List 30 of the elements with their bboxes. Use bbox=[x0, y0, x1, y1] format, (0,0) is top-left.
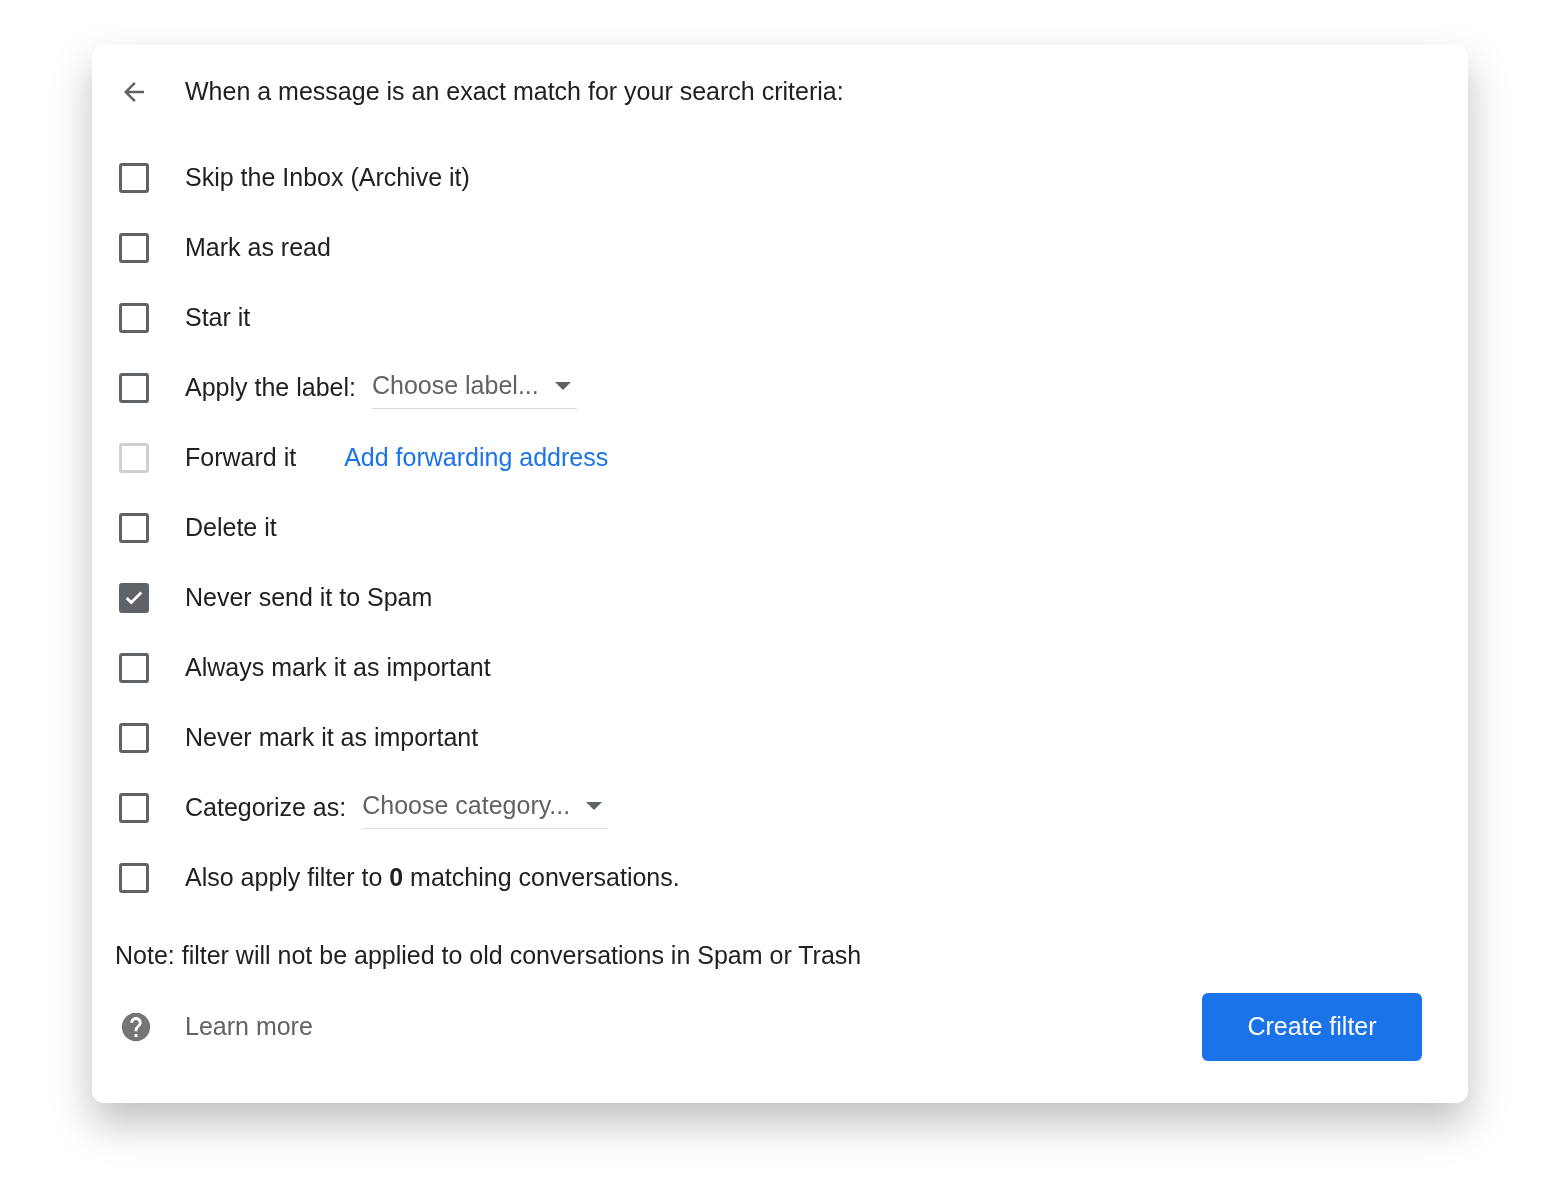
option-label: Also apply filter to 0 matching conversations. bbox=[185, 862, 680, 894]
option-label: Skip the Inbox (Archive it) bbox=[185, 162, 470, 194]
option-label: Never mark it as important bbox=[185, 722, 479, 754]
help-icon bbox=[119, 1010, 153, 1044]
checkbox[interactable] bbox=[119, 793, 149, 823]
caret-icon bbox=[586, 800, 603, 811]
create-filter-button[interactable]: Create filter bbox=[1202, 993, 1422, 1061]
caret-icon bbox=[554, 380, 571, 391]
checkbox[interactable] bbox=[119, 163, 149, 193]
option-label: Star it bbox=[185, 302, 251, 334]
dropdown[interactable]: Choose category... bbox=[362, 786, 609, 830]
option-label: Never send it to Spam bbox=[185, 582, 433, 614]
checkbox[interactable] bbox=[119, 863, 149, 893]
checkbox[interactable] bbox=[119, 373, 149, 403]
checkbox[interactable] bbox=[119, 233, 149, 263]
option-label: Delete it bbox=[185, 512, 277, 544]
option-label: Categorize as: bbox=[185, 792, 347, 824]
checkbox[interactable] bbox=[119, 653, 149, 683]
option-label: Apply the label: bbox=[185, 372, 356, 404]
checkbox[interactable] bbox=[119, 583, 149, 613]
option-label: Forward it bbox=[185, 442, 297, 474]
checkbox[interactable] bbox=[119, 723, 149, 753]
option-label: Mark as read bbox=[185, 232, 331, 264]
note-text: Note: filter will not be applied to old conversations in Spam or Trash bbox=[115, 940, 863, 971]
learn-more-link[interactable]: Learn more bbox=[185, 1008, 313, 1046]
option-label: Always mark it as important bbox=[185, 652, 491, 684]
checkbox[interactable] bbox=[119, 513, 149, 543]
dialog-title: When a message is an exact match for your search criteria: bbox=[185, 76, 844, 108]
checkbox[interactable] bbox=[119, 303, 149, 333]
dropdown[interactable]: Choose label... bbox=[371, 366, 577, 410]
